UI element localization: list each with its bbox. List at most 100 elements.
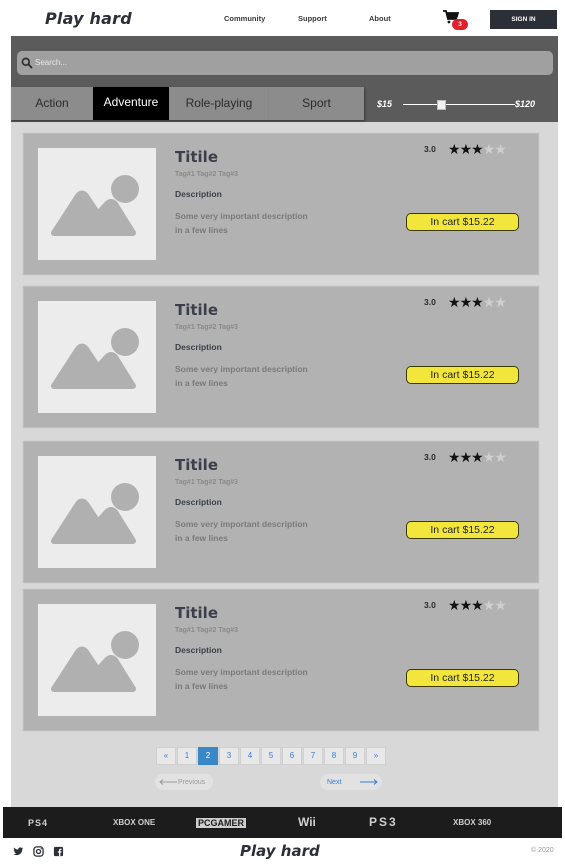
add-to-cart-button[interactable]: In cart $15.22 xyxy=(406,213,519,231)
page-last-button[interactable]: » xyxy=(366,747,386,765)
product-card[interactable]: Titile Tag#1 Tag#2 Tag#3 Description Some v… xyxy=(23,441,539,583)
page-number-button[interactable]: 2 xyxy=(198,747,218,765)
product-description-label: Description xyxy=(175,342,222,352)
product-description-line: in a few lines xyxy=(175,378,228,388)
page-number-button[interactable]: 1 xyxy=(177,747,197,765)
star-icon: ★ xyxy=(471,597,484,613)
product-description-label: Description xyxy=(175,497,222,507)
search-icon xyxy=(21,57,33,69)
footer-logo[interactable]: Play hard xyxy=(240,842,320,860)
page-number-button[interactable]: 8 xyxy=(324,747,344,765)
product-rating: 3.0 xyxy=(424,144,436,154)
product-title[interactable]: Titile xyxy=(175,604,218,622)
price-max-label: $120 xyxy=(515,99,536,109)
rating-stars: ★★★★★ xyxy=(448,293,507,311)
price-slider-handle[interactable] xyxy=(437,100,446,110)
star-icon: ★ xyxy=(471,449,484,465)
add-to-cart-button[interactable]: In cart $15.22 xyxy=(406,669,519,687)
product-card[interactable]: Titile Tag#1 Tag#2 Tag#3 Description Some v… xyxy=(23,589,539,731)
product-description-line: Some very important description xyxy=(175,364,308,374)
star-icon: ★ xyxy=(482,294,496,310)
product-rating: 3.0 xyxy=(424,600,436,610)
page-number-button[interactable]: 4 xyxy=(240,747,260,765)
star-icon: ★ xyxy=(494,597,507,613)
product-description-label: Description xyxy=(175,645,222,655)
product-description-line: Some very important description xyxy=(175,519,308,529)
star-icon: ★ xyxy=(482,597,496,613)
price-slider-track[interactable] xyxy=(403,104,515,105)
product-title[interactable]: Titile xyxy=(175,301,218,319)
sign-in-button[interactable]: SIGN IN xyxy=(490,10,557,29)
site-header: Play hard Community Support About 3 SIGN… xyxy=(0,0,565,36)
tab-action[interactable]: Action xyxy=(11,87,93,120)
rating-stars: ★★★★★ xyxy=(448,596,507,614)
star-icon: ★ xyxy=(471,141,484,157)
star-icon: ★ xyxy=(459,449,473,465)
product-description-line: in a few lines xyxy=(175,681,228,691)
nav-support[interactable]: Support xyxy=(298,14,327,23)
product-title[interactable]: Titile xyxy=(175,456,218,474)
star-icon: ★ xyxy=(448,449,461,465)
star-icon: ★ xyxy=(448,597,461,613)
product-description: Some very important description in a few … xyxy=(175,665,350,693)
product-description-line: in a few lines xyxy=(175,225,228,235)
search-placeholder: Search... xyxy=(35,58,68,67)
product-title[interactable]: Titile xyxy=(175,148,218,166)
star-icon: ★ xyxy=(459,141,473,157)
add-to-cart-button[interactable]: In cart $15.22 xyxy=(406,366,519,384)
platform-pc-gamer[interactable]: PCGAMER xyxy=(196,818,247,828)
product-image-placeholder[interactable] xyxy=(38,148,156,260)
copyright: © 2020 xyxy=(531,847,554,854)
tab-sport[interactable]: Sport xyxy=(269,87,364,120)
twitter-icon[interactable] xyxy=(13,846,24,857)
page-number-button[interactable]: 7 xyxy=(303,747,323,765)
site-logo[interactable]: Play hard xyxy=(45,9,132,28)
price-min-label: $15 xyxy=(377,99,393,109)
page-first-button[interactable]: « xyxy=(156,747,176,765)
page-root: Play hard Community Support About 3 SIGN… xyxy=(0,0,565,867)
page-number-button[interactable]: 5 xyxy=(261,747,281,765)
product-image-placeholder[interactable] xyxy=(38,456,156,568)
platform-xbox-one[interactable]: XBOX ONE xyxy=(113,818,155,827)
previous-label: Previous xyxy=(178,779,206,786)
product-image-placeholder[interactable] xyxy=(38,604,156,716)
product-description-line: Some very important description xyxy=(175,667,308,677)
rating-stars: ★★★★★ xyxy=(448,448,507,466)
tab-adventure[interactable]: Adventure xyxy=(93,87,169,120)
instagram-icon[interactable] xyxy=(33,846,44,857)
page-number-button[interactable]: 6 xyxy=(282,747,302,765)
star-icon: ★ xyxy=(448,294,461,310)
cart-button[interactable]: 3 xyxy=(443,10,468,32)
image-placeholder-icon xyxy=(51,175,139,236)
platform-wii[interactable]: Wii xyxy=(298,815,316,829)
image-placeholder-icon xyxy=(51,631,139,692)
tab-role-playing[interactable]: Role-playing xyxy=(169,87,269,120)
arrow-right-icon xyxy=(360,779,378,785)
product-description: Some very important description in a few … xyxy=(175,517,350,545)
product-rating: 3.0 xyxy=(424,452,436,462)
image-placeholder-icon xyxy=(51,483,139,544)
facebook-icon[interactable] xyxy=(53,846,64,857)
product-card[interactable]: Titile Tag#1 Tag#2 Tag#3 Description Some v… xyxy=(23,133,539,275)
platform-ps3[interactable]: PS3 xyxy=(369,815,398,829)
product-description-line: in a few lines xyxy=(175,533,228,543)
platform-xbox-360[interactable]: XBOX 360 xyxy=(453,818,491,827)
product-tags: Tag#1 Tag#2 Tag#3 xyxy=(175,627,239,634)
rating-stars: ★★★★★ xyxy=(448,140,507,158)
add-to-cart-button[interactable]: In cart $15.22 xyxy=(406,521,519,539)
product-description-label: Description xyxy=(175,189,222,199)
product-rating: 3.0 xyxy=(424,297,436,307)
product-description: Some very important description in a few … xyxy=(175,209,350,237)
search-input[interactable] xyxy=(17,51,553,75)
nav-about[interactable]: About xyxy=(369,14,391,23)
star-icon: ★ xyxy=(459,597,473,613)
platform-ps4[interactable]: PS4 xyxy=(28,818,48,828)
page-number-button[interactable]: 3 xyxy=(219,747,239,765)
product-card[interactable]: Titile Tag#1 Tag#2 Tag#3 Description Some v… xyxy=(23,286,539,428)
product-image-placeholder[interactable] xyxy=(38,301,156,413)
nav-community[interactable]: Community xyxy=(224,14,265,23)
next-label: Next xyxy=(327,779,342,786)
product-tags: Tag#1 Tag#2 Tag#3 xyxy=(175,324,239,331)
star-icon: ★ xyxy=(494,449,507,465)
page-number-button[interactable]: 9 xyxy=(345,747,365,765)
